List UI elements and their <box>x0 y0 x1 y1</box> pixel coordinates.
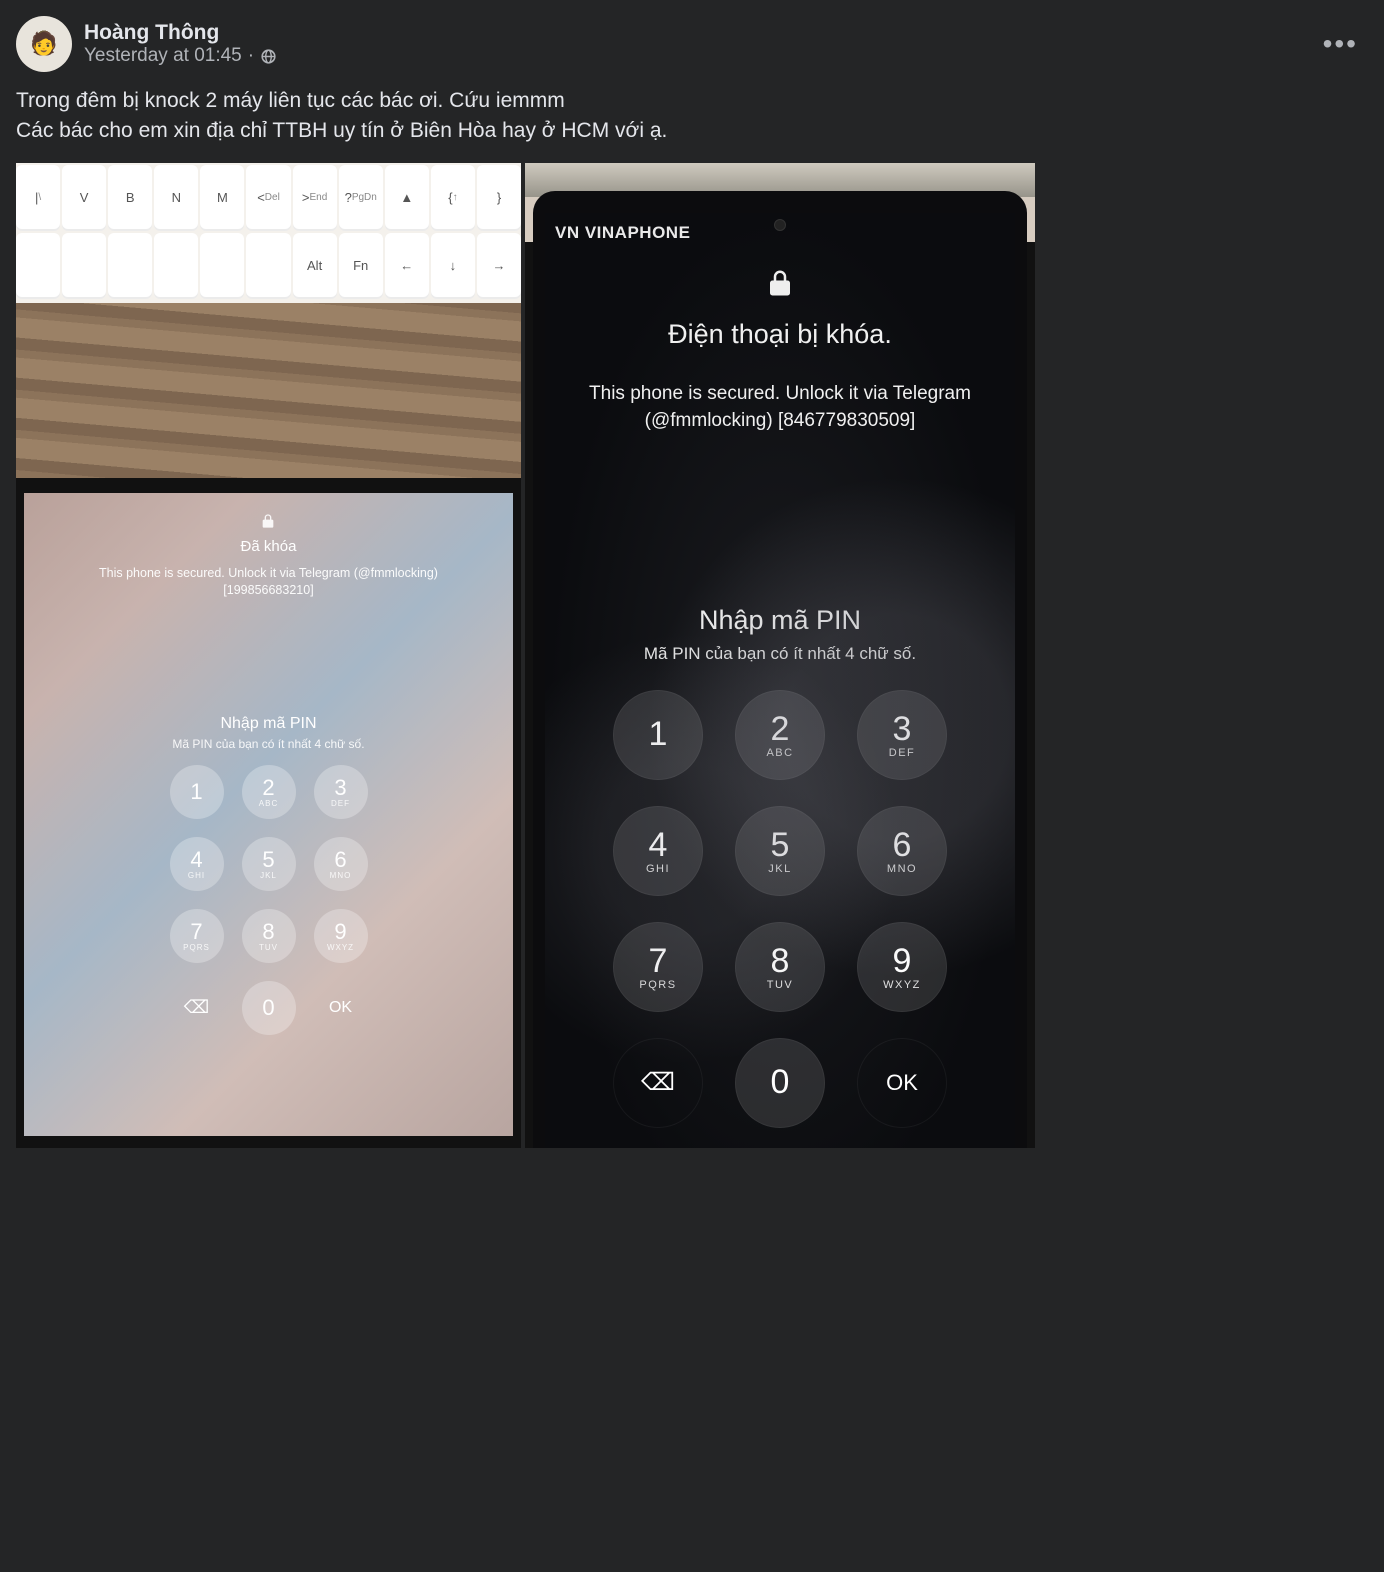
digit-key-4[interactable]: 4GHI <box>613 806 703 896</box>
post-text-line-2: Các bác cho em xin địa chỉ TTBH uy tín ở… <box>16 116 1368 146</box>
tablet-pin-title: Nhập mã PIN <box>170 715 368 733</box>
desk-surface <box>16 303 521 478</box>
keyboard-row-1: |\VBNM<Del>End?PgDn▲{↑} <box>16 165 521 231</box>
phone-pin-title: Nhập mã PIN <box>613 605 947 636</box>
digit-key-8[interactable]: 8TUV <box>735 922 825 1012</box>
tablet-lock-message-l2: [199856683210] <box>99 582 438 600</box>
attached-image-right[interactable]: VN VINAPHONE Điện thoại bị khóa. This ph… <box>525 163 1035 1148</box>
keyboard-key <box>108 233 152 299</box>
phone-pin-subtitle: Mã PIN của bạn có ít nhất 4 chữ số. <box>613 644 947 664</box>
post-header: 🧑 Hoàng Thông Yesterday at 01:45 · ••• <box>16 16 1368 72</box>
keyboard-key <box>16 233 60 299</box>
more-button[interactable]: ••• <box>1323 28 1358 60</box>
phone-lock-message: This phone is secured. Unlock it via Tel… <box>577 380 983 435</box>
keyboard-key <box>246 233 290 299</box>
keyboard-key: M <box>200 165 244 231</box>
lock-icon <box>99 513 438 534</box>
keyboard-key: ▲ <box>385 165 429 231</box>
digit-key-0[interactable]: 0 <box>735 1038 825 1128</box>
keyboard-key <box>62 233 106 299</box>
keyboard-row-2: AltFn←↓→ <box>16 233 521 299</box>
digit-key-6[interactable]: 6MNO <box>857 806 947 896</box>
phone-lock-message-l2: (@fmmlocking) [846779830509] <box>589 407 971 435</box>
digit-key-1[interactable]: 1 <box>170 765 224 819</box>
globe-icon <box>260 48 277 65</box>
keyboard-key: ?PgDn <box>339 165 383 231</box>
post-container: 🧑 Hoàng Thông Yesterday at 01:45 · ••• T… <box>0 0 1384 147</box>
post-text-line-1: Trong đêm bị knock 2 máy liên tục các bá… <box>16 86 1368 116</box>
ok-key[interactable]: OK <box>314 981 368 1035</box>
tablet-pin-subtitle: Mã PIN của bạn có ít nhất 4 chữ số. <box>170 737 368 751</box>
keyboard-key: |\ <box>16 165 60 231</box>
timestamp[interactable]: Yesterday at 01:45 <box>84 45 242 67</box>
tablet-lock-message: This phone is secured. Unlock it via Tel… <box>99 565 438 600</box>
keyboard-key: B <box>108 165 152 231</box>
tablet-lockscreen: Đã khóa This phone is secured. Unlock it… <box>24 493 513 1136</box>
tablet-pin-block: Nhập mã PIN Mã PIN của bạn có ít nhất 4 … <box>170 715 368 1035</box>
digit-key-5[interactable]: 5JKL <box>242 837 296 891</box>
tablet-lock-header: Đã khóa This phone is secured. Unlock it… <box>99 513 438 600</box>
digit-key-5[interactable]: 5JKL <box>735 806 825 896</box>
keyboard-key: >End <box>293 165 337 231</box>
avatar[interactable]: 🧑 <box>16 16 72 72</box>
keyboard-key: Fn <box>339 233 383 299</box>
digit-key-3[interactable]: 3DEF <box>857 690 947 780</box>
author-meta: Hoàng Thông Yesterday at 01:45 · <box>84 21 277 67</box>
digit-key-4[interactable]: 4GHI <box>170 837 224 891</box>
digit-key-2[interactable]: 2ABC <box>735 690 825 780</box>
keyboard: |\VBNM<Del>End?PgDn▲{↑} AltFn←↓→ <box>16 163 521 303</box>
image-attachments: |\VBNM<Del>End?PgDn▲{↑} AltFn←↓→ Đã khóa… <box>0 163 1384 1148</box>
phone-lock-title: Điện thoại bị khóa. <box>668 319 892 350</box>
digit-key-1[interactable]: 1 <box>613 690 703 780</box>
digit-key-9[interactable]: 9WXYZ <box>857 922 947 1012</box>
post-text: Trong đêm bị knock 2 máy liên tục các bá… <box>16 86 1368 147</box>
phone-lock-message-l1: This phone is secured. Unlock it via Tel… <box>589 380 971 408</box>
digit-key-7[interactable]: 7PQRS <box>613 922 703 1012</box>
phone-pin-block: Nhập mã PIN Mã PIN của bạn có ít nhất 4 … <box>613 605 947 1128</box>
tablet-lock-message-l1: This phone is secured. Unlock it via Tel… <box>99 565 438 583</box>
carrier-label: VN VINAPHONE <box>555 223 690 243</box>
backspace-key[interactable]: ⌫ <box>613 1038 703 1128</box>
attached-image-left[interactable]: |\VBNM<Del>End?PgDn▲{↑} AltFn←↓→ Đã khóa… <box>16 163 521 1148</box>
front-camera <box>774 219 786 231</box>
digit-key-2[interactable]: 2ABC <box>242 765 296 819</box>
digit-key-8[interactable]: 8TUV <box>242 909 296 963</box>
digit-key-0[interactable]: 0 <box>242 981 296 1035</box>
phone-keypad: 1 2ABC 3DEF 4GHI 5JKL 6MNO 7PQRS 8TUV 9WXYZ ⌫ 0 OK <box>613 690 947 1128</box>
keyboard-key: ↓ <box>431 233 475 299</box>
keyboard-key: ← <box>385 233 429 299</box>
lock-icon <box>765 268 795 303</box>
digit-key-9[interactable]: 9WXYZ <box>314 909 368 963</box>
keyboard-key: <Del <box>246 165 290 231</box>
keyboard-key <box>200 233 244 299</box>
keyboard-key: Alt <box>293 233 337 299</box>
backspace-key[interactable]: ⌫ <box>170 981 224 1035</box>
post-meta: Yesterday at 01:45 · <box>84 45 277 67</box>
phone-lockscreen: VN VINAPHONE Điện thoại bị khóa. This ph… <box>545 213 1015 1148</box>
keyboard-key: V <box>62 165 106 231</box>
keyboard-key: {↑ <box>431 165 475 231</box>
digit-key-3[interactable]: 3DEF <box>314 765 368 819</box>
keyboard-key <box>154 233 198 299</box>
digit-key-7[interactable]: 7PQRS <box>170 909 224 963</box>
author-name[interactable]: Hoàng Thông <box>84 21 277 45</box>
meta-dot: · <box>248 45 254 67</box>
keyboard-key: } <box>477 165 521 231</box>
keyboard-key: N <box>154 165 198 231</box>
ok-key[interactable]: OK <box>857 1038 947 1128</box>
digit-key-6[interactable]: 6MNO <box>314 837 368 891</box>
keyboard-key: → <box>477 233 521 299</box>
tablet-keypad: 1 2ABC 3DEF 4GHI 5JKL 6MNO 7PQRS 8TUV 9WXYZ ⌫ 0 OK <box>170 765 368 1035</box>
tablet-lock-title: Đã khóa <box>99 538 438 555</box>
